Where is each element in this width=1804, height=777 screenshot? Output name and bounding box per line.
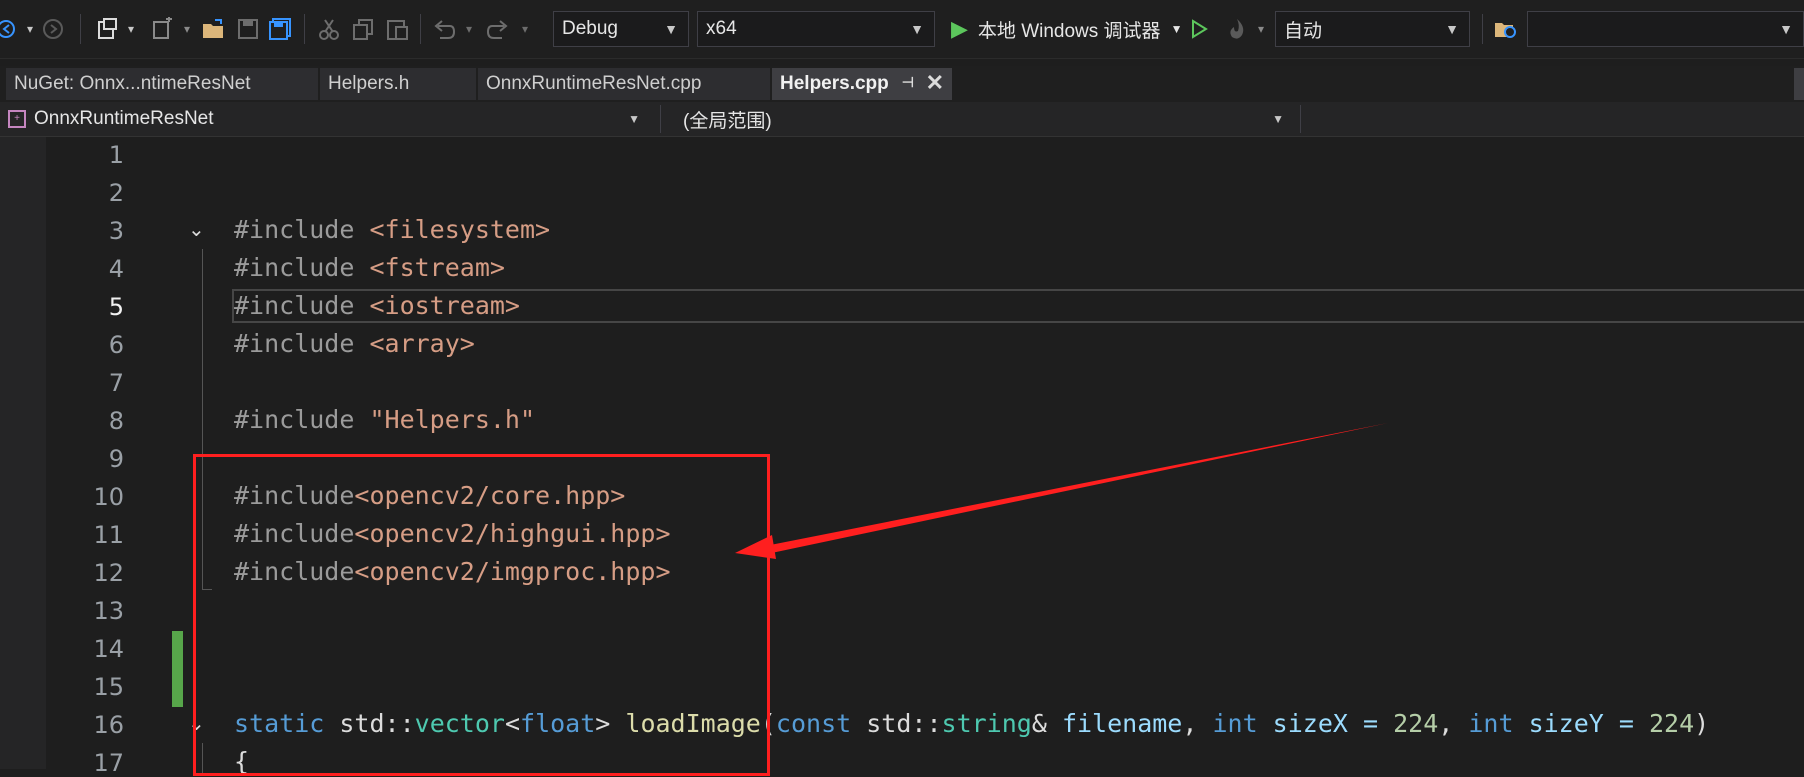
auto-dropdown[interactable]: 自动 ▼ bbox=[1275, 11, 1470, 47]
cut-icon[interactable] bbox=[316, 12, 342, 46]
find-in-files-icon[interactable] bbox=[1492, 12, 1520, 46]
undo-icon[interactable] bbox=[430, 12, 458, 46]
auto-value: 自动 bbox=[1284, 20, 1323, 42]
tab-nuget[interactable]: NuGet: Onnx...ntimeResNet bbox=[6, 68, 318, 100]
tab-helpers-cpp[interactable]: Helpers.cpp ⊣ ✕ bbox=[772, 68, 952, 100]
scope-value: (全局范围) bbox=[683, 110, 772, 132]
tab-helpers-h[interactable]: Helpers.h bbox=[320, 68, 476, 100]
new-file-icon[interactable] bbox=[148, 12, 176, 46]
save-all-icon[interactable] bbox=[266, 12, 294, 46]
platform-dropdown[interactable]: x64 ▼ bbox=[697, 11, 935, 47]
start-debugging-label: 本地 Windows 调试器 bbox=[977, 20, 1161, 42]
forward-icon[interactable] bbox=[40, 12, 66, 46]
pin-icon[interactable]: ⊣ bbox=[902, 74, 914, 91]
redo-dropdown-icon[interactable]: ▾ bbox=[518, 12, 532, 46]
paste-icon[interactable] bbox=[384, 12, 410, 46]
open-folder-icon[interactable] bbox=[200, 12, 228, 46]
annotation-arrow bbox=[735, 423, 1388, 559]
start-debugging-button[interactable]: ▶ 本地 Windows 调试器 ▼ bbox=[951, 12, 1182, 46]
solution-explorer-icon[interactable] bbox=[94, 12, 122, 46]
scope-dropdown[interactable]: (全局范围) ▼ bbox=[660, 105, 1292, 133]
chevron-down-icon: ▼ bbox=[1779, 21, 1793, 37]
tab-overflow-button[interactable] bbox=[1794, 68, 1804, 100]
main-toolbar: ▾ ▾ ▾ ▾ ▾ Debug ▼ x64 ▼ ▶ 本地 Windows 调试器… bbox=[0, 0, 1804, 59]
copy-icon[interactable] bbox=[350, 12, 376, 46]
new-file-dropdown-icon[interactable]: ▾ bbox=[180, 12, 194, 46]
chevron-down-icon: ▼ bbox=[628, 112, 640, 126]
redo-icon[interactable] bbox=[484, 12, 512, 46]
configuration-value: Debug bbox=[562, 18, 618, 39]
project-name: OnnxRuntimeResNet bbox=[34, 108, 214, 129]
save-icon[interactable] bbox=[234, 12, 262, 46]
chevron-down-icon: ▼ bbox=[1170, 22, 1183, 36]
play-icon: ▶ bbox=[951, 16, 968, 41]
code-editor[interactable]: 1 2 3 4 5 6 7 8 9 10 11 12 13 14 15 16 1… bbox=[0, 137, 1804, 777]
close-icon[interactable]: ✕ bbox=[926, 70, 944, 96]
hot-reload-icon[interactable] bbox=[1224, 12, 1250, 46]
search-dropdown[interactable]: ▼ bbox=[1527, 11, 1804, 47]
document-tabs: NuGet: Onnx...ntimeResNet Helpers.h Onnx… bbox=[0, 66, 1804, 102]
navigation-bar: + OnnxRuntimeResNet ▼ (全局范围) ▼ bbox=[0, 102, 1804, 137]
chevron-down-icon: ▼ bbox=[664, 21, 678, 37]
member-dropdown[interactable] bbox=[1300, 105, 1801, 133]
undo-dropdown-icon[interactable]: ▾ bbox=[462, 12, 476, 46]
configuration-dropdown[interactable]: Debug ▼ bbox=[553, 11, 689, 47]
platform-value: x64 bbox=[706, 18, 737, 39]
tab-label: Helpers.h bbox=[328, 73, 410, 94]
back-icon[interactable] bbox=[0, 12, 18, 46]
chevron-down-icon: ▼ bbox=[1445, 21, 1459, 37]
chevron-down-icon: ▼ bbox=[910, 21, 924, 37]
tab-label: NuGet: Onnx...ntimeResNet bbox=[14, 73, 251, 94]
hot-reload-dropdown-icon[interactable]: ▾ bbox=[1254, 12, 1268, 46]
tab-onnxruntimeresnet-cpp[interactable]: OnnxRuntimeResNet.cpp bbox=[478, 68, 770, 100]
new-item-dropdown-icon[interactable]: ▾ bbox=[124, 12, 138, 46]
back-dropdown-icon[interactable]: ▾ bbox=[22, 12, 38, 46]
tab-label: OnnxRuntimeResNet.cpp bbox=[486, 73, 702, 94]
tab-label: Helpers.cpp bbox=[780, 73, 889, 94]
project-icon: + bbox=[8, 110, 26, 128]
start-without-debugging-icon[interactable] bbox=[1186, 12, 1212, 46]
project-dropdown[interactable]: + OnnxRuntimeResNet ▼ bbox=[8, 105, 648, 133]
chevron-down-icon: ▼ bbox=[1272, 112, 1284, 126]
